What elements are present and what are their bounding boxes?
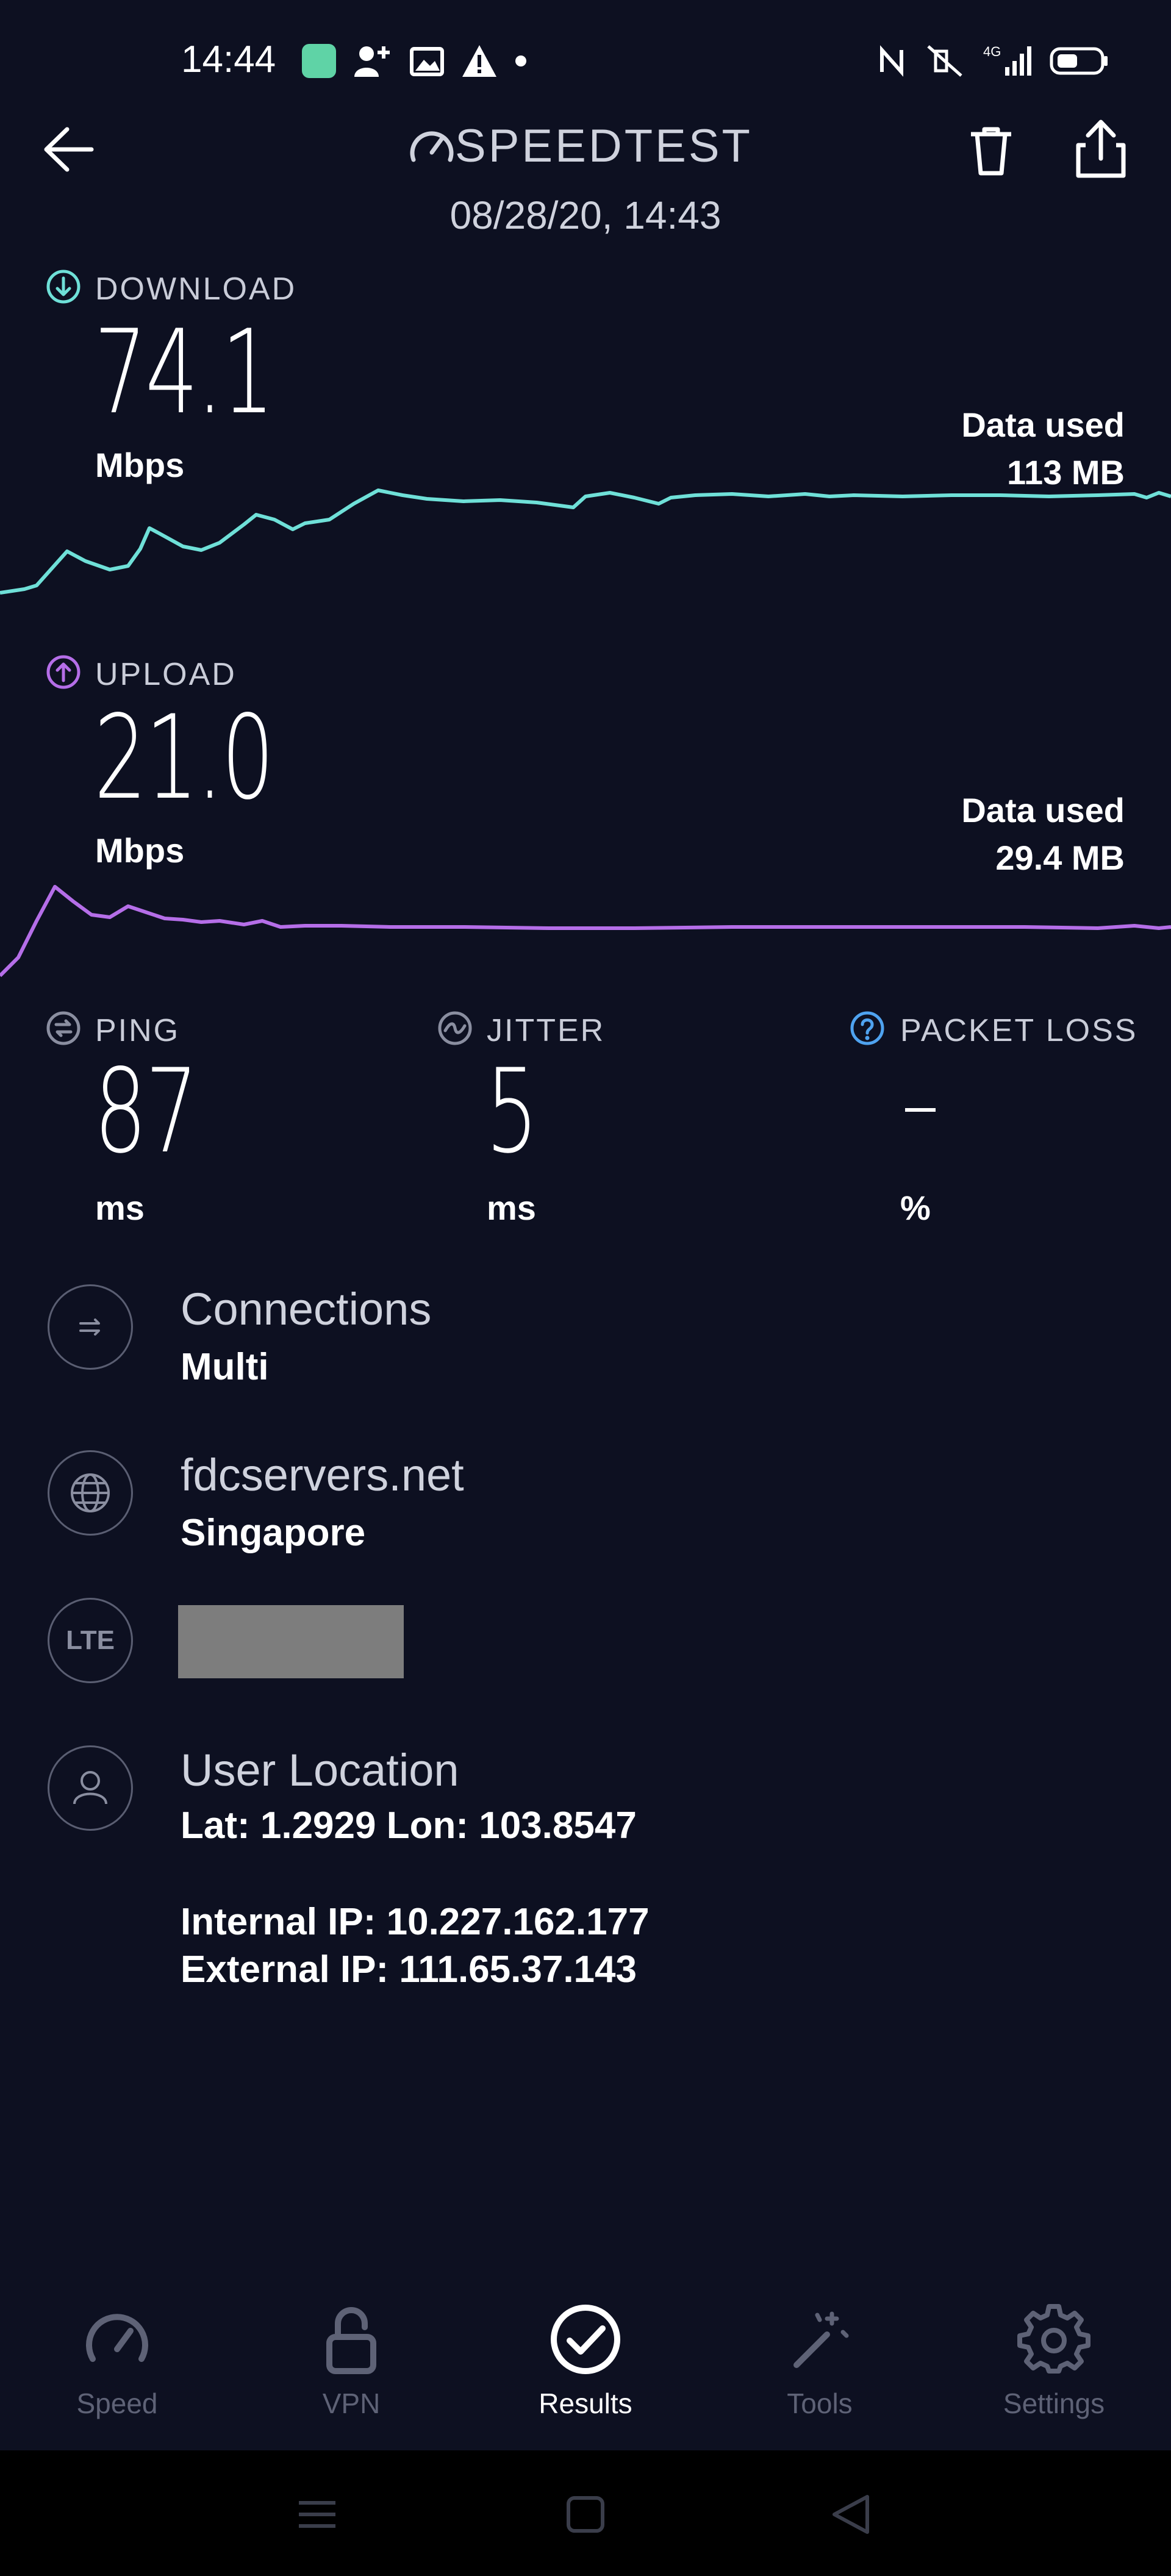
download-graph xyxy=(0,488,1171,595)
battery-icon xyxy=(1050,47,1108,75)
back-nav-button[interactable] xyxy=(827,2493,876,2536)
packet-loss-unit: % xyxy=(900,1189,931,1227)
download-value: 74.1 xyxy=(94,305,274,440)
system-nav-bar xyxy=(0,2450,1171,2576)
upload-icon xyxy=(45,654,82,693)
mute-icon xyxy=(927,45,962,77)
warning-icon xyxy=(462,45,496,77)
user-icon xyxy=(48,1745,133,1831)
jitter-unit: ms xyxy=(487,1189,536,1227)
packet-loss-label: PACKET LOSS xyxy=(900,1013,1138,1048)
server-name: fdcservers.net xyxy=(181,1450,464,1500)
lte-icon: LTE xyxy=(48,1598,133,1683)
jitter-icon xyxy=(437,1010,473,1050)
download-data-used-label: Data used xyxy=(961,406,1125,444)
home-nav-button[interactable] xyxy=(561,2493,610,2536)
gallery-icon xyxy=(410,47,444,76)
tab-settings-label: Settings xyxy=(1003,2388,1105,2419)
square-icon xyxy=(567,2496,604,2533)
tab-tools-label: Tools xyxy=(787,2388,853,2419)
download-icon xyxy=(45,268,82,308)
nfc-icon xyxy=(880,45,903,77)
ping-label: PING xyxy=(95,1013,181,1048)
signal-4g-icon: 4G xyxy=(983,44,1031,76)
ping-unit: ms xyxy=(95,1189,145,1227)
server-location: Singapore xyxy=(181,1512,366,1554)
upload-graph xyxy=(0,885,1171,978)
result-date: 08/28/20, 14:43 xyxy=(449,193,722,237)
dot-icon xyxy=(515,55,526,66)
download-label: DOWNLOAD xyxy=(95,271,297,307)
external-ip: External IP: 111.65.37.143 xyxy=(181,1948,637,1991)
user-location-coords: Lat: 1.2929 Lon: 103.8547 xyxy=(181,1805,637,1847)
status-time: 14:44 xyxy=(181,38,276,80)
jitter-label: JITTER xyxy=(487,1013,606,1048)
connections-title: Connections xyxy=(181,1284,432,1334)
app-notification-icon xyxy=(302,44,336,78)
packet-loss-value: – xyxy=(905,1075,936,1136)
ping-icon xyxy=(45,1010,82,1050)
check-circle-icon xyxy=(551,2305,620,2374)
internal-ip: Internal IP: 10.227.162.177 xyxy=(181,1901,650,1943)
menu-icon xyxy=(299,2501,335,2528)
magic-wand-icon xyxy=(793,2311,849,2368)
add-contact-icon xyxy=(354,46,390,77)
gear-icon xyxy=(1017,2304,1090,2374)
share-icon xyxy=(1076,120,1126,178)
svg-text:4G: 4G xyxy=(983,44,1001,59)
tab-tools[interactable]: Tools xyxy=(703,2303,937,2425)
tab-speed-label: Speed xyxy=(76,2388,158,2419)
unlock-icon xyxy=(326,2307,376,2374)
connections-value: Multi xyxy=(181,1346,269,1388)
lte-badge: LTE xyxy=(66,1625,115,1655)
trash-icon xyxy=(971,127,1011,176)
tab-results[interactable]: Results xyxy=(468,2303,703,2425)
upload-unit: Mbps xyxy=(95,831,185,870)
redacted-network-name xyxy=(178,1605,404,1678)
tab-vpn[interactable]: VPN xyxy=(234,2303,468,2425)
jitter-value: 5 xyxy=(485,1044,539,1179)
menu-nav-button[interactable] xyxy=(293,2493,342,2536)
tab-results-label: Results xyxy=(539,2388,632,2419)
delete-button[interactable] xyxy=(958,116,1025,183)
upload-value: 21.0 xyxy=(94,690,274,825)
globe-icon xyxy=(48,1450,133,1536)
packet-loss-help-icon[interactable] xyxy=(849,1010,886,1050)
user-location-title: User Location xyxy=(181,1745,459,1795)
tab-settings[interactable]: Settings xyxy=(937,2303,1171,2425)
triangle-back-icon xyxy=(833,2495,869,2534)
tab-vpn-label: VPN xyxy=(322,2388,381,2419)
connections-icon xyxy=(48,1284,133,1370)
status-icons-left xyxy=(302,44,528,78)
tab-speed[interactable]: Speed xyxy=(0,2303,234,2425)
status-icons-right: 4G xyxy=(877,44,1110,78)
upload-label: UPLOAD xyxy=(95,657,237,692)
upload-data-used-label: Data used xyxy=(961,791,1125,829)
speedometer-icon xyxy=(86,2314,148,2362)
share-button[interactable] xyxy=(1067,116,1134,183)
ping-value: 87 xyxy=(94,1044,198,1179)
